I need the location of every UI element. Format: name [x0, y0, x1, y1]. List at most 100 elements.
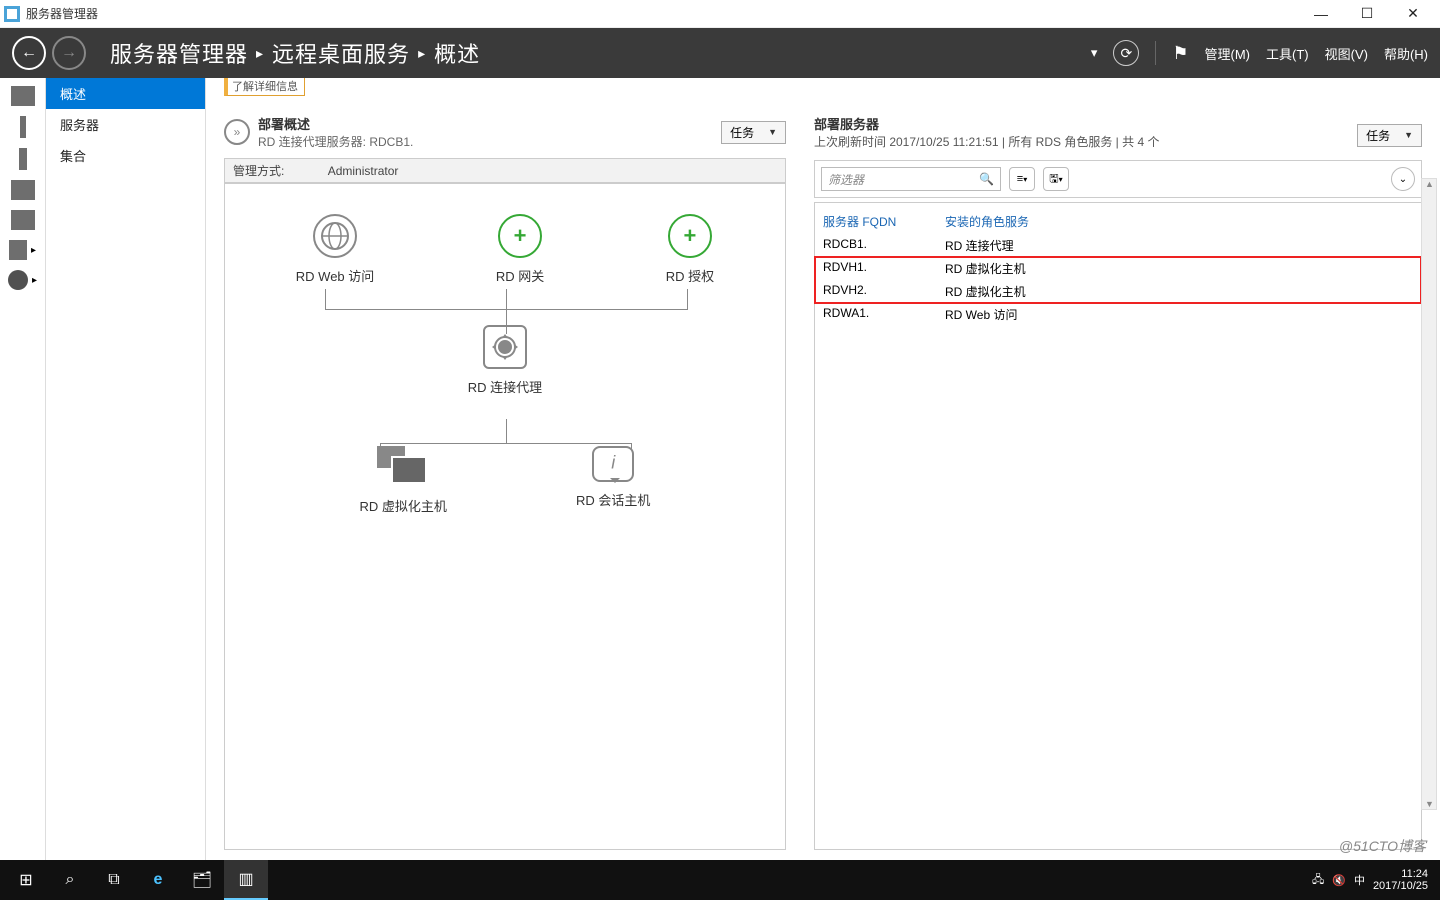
cell-fqdn: RDWA1.: [823, 306, 945, 323]
panel-subtitle: 上次刷新时间 2017/10/25 11:21:51 | 所有 RDS 角色服务…: [814, 133, 1159, 150]
server-manager-icon[interactable]: ▥: [224, 860, 268, 900]
sidebar-item-overview[interactable]: 概述: [46, 78, 205, 109]
connector: [325, 289, 326, 309]
rail-selected-row[interactable]: ▸: [8, 270, 37, 290]
dropdown-caret-icon[interactable]: ▾: [1091, 45, 1098, 61]
minimize-button[interactable]: —: [1298, 0, 1344, 28]
cell-role: RD Web 访问: [945, 306, 1017, 323]
expand-button[interactable]: ⌄: [1391, 167, 1415, 191]
sidebar-item-collections[interactable]: 集合: [46, 140, 205, 171]
tray-network-icon[interactable]: 🖧: [1312, 871, 1324, 890]
group-by-dropdown[interactable]: ≡: [1009, 167, 1035, 191]
ie-icon[interactable]: e: [136, 860, 180, 900]
maximize-button[interactable]: ☐: [1344, 0, 1390, 28]
cell-role: RD 虚拟化主机: [945, 260, 1026, 277]
connector: [506, 309, 507, 334]
menu-manage[interactable]: 管理(M): [1205, 44, 1251, 63]
table-row[interactable]: RDWA1.RD Web 访问: [815, 303, 1421, 326]
panel-title: 部署概述: [258, 114, 413, 133]
start-button[interactable]: ⊞: [4, 860, 48, 900]
clock[interactable]: 11:24 2017/10/25: [1373, 868, 1428, 892]
mgmt-value: Administrator: [328, 164, 399, 178]
tasks-dropdown[interactable]: 任务: [721, 121, 786, 144]
table-row[interactable]: RDVH1.RD 虚拟化主机: [815, 257, 1421, 280]
menu-tools[interactable]: 工具(T): [1266, 44, 1309, 63]
header-actions: ▾ ⟳ ⚑ 管理(M) 工具(T) 视图(V) 帮助(H): [1091, 40, 1428, 66]
flag-icon[interactable]: ⚑: [1172, 43, 1188, 64]
node-rd-web[interactable]: RD Web 访问: [296, 214, 375, 285]
node-label: RD Web 访问: [296, 266, 375, 285]
deployment-servers-panel: 部署服务器 上次刷新时间 2017/10/25 11:21:51 | 所有 RD…: [814, 114, 1422, 850]
rail-all-servers-icon[interactable]: [19, 148, 27, 170]
chevron-icon: ▸: [418, 45, 426, 62]
clock-date: 2017/10/25: [1373, 880, 1428, 892]
search-icon[interactable]: 🔍: [979, 172, 994, 186]
sidebar-item-servers[interactable]: 服务器: [46, 109, 205, 140]
breadcrumb-section[interactable]: 远程桌面服务: [272, 37, 410, 69]
explorer-icon[interactable]: 🗂: [180, 860, 224, 900]
cell-fqdn: RDVH2.: [823, 283, 945, 300]
node-rd-broker[interactable]: RD 连接代理: [468, 325, 542, 396]
taskbar: ⊞ ⌕ ⧉ e 🗂 ▥ 🖧 🔇 中 11:24 2017/10/25: [0, 860, 1440, 900]
panel-header: » 部署概述 RD 连接代理服务器: RDCB1. 任务: [224, 114, 786, 150]
header: ← → 服务器管理器 ▸ 远程桌面服务 ▸ 概述 ▾ ⟳ ⚑ 管理(M) 工具(…: [0, 28, 1440, 78]
menu-help[interactable]: 帮助(H): [1384, 44, 1428, 63]
node-rd-gateway[interactable]: + RD 网关: [496, 214, 544, 285]
filter-toolbar: 筛选器 🔍 ≡ 🖫 ⌄: [814, 160, 1422, 198]
deployment-overview-panel: » 部署概述 RD 连接代理服务器: RDCB1. 任务 管理方式: Admin…: [224, 114, 786, 850]
titlebar: 服务器管理器 — ☐ ✕: [0, 0, 1440, 28]
tasks-dropdown[interactable]: 任务: [1357, 124, 1422, 147]
refresh-button[interactable]: ⟳: [1113, 40, 1139, 66]
node-rd-license[interactable]: + RD 授权: [666, 214, 714, 285]
table-body: RDCB1.RD 连接代理RDVH1.RD 虚拟化主机RDVH2.RD 虚拟化主…: [815, 234, 1421, 326]
rail-dashboard-icon[interactable]: [11, 86, 35, 106]
node-rd-sessionhost[interactable]: RD 会话主机: [576, 446, 650, 515]
col-fqdn[interactable]: 服务器 FQDN: [823, 213, 945, 230]
tray-ime[interactable]: 中: [1354, 872, 1365, 888]
table-header[interactable]: 服务器 FQDN 安装的角色服务: [815, 209, 1421, 234]
panel-subtitle: RD 连接代理服务器: RDCB1.: [258, 133, 413, 150]
breadcrumb-page[interactable]: 概述: [434, 37, 480, 69]
plus-circle-icon: +: [668, 214, 712, 258]
panel-title: 部署服务器: [814, 114, 1159, 133]
rail-file-services-icon[interactable]: [11, 180, 35, 200]
system-tray: 🖧 🔇 中 11:24 2017/10/25: [1312, 868, 1436, 892]
watermark: @51CTO博客: [1339, 836, 1426, 856]
connector: [687, 289, 688, 309]
icon-rail: ▸ ▸: [0, 78, 46, 860]
search-button[interactable]: ⌕: [48, 860, 92, 900]
app-icon: [4, 6, 20, 22]
connector: [506, 289, 507, 309]
node-rd-virthost[interactable]: RD 虚拟化主机: [360, 446, 447, 515]
nav-forward-button[interactable]: →: [52, 36, 86, 70]
table-row[interactable]: RDCB1.RD 连接代理: [815, 234, 1421, 257]
table-row[interactable]: RDVH2.RD 虚拟化主机: [815, 280, 1421, 303]
panel-header: 部署服务器 上次刷新时间 2017/10/25 11:21:51 | 所有 RD…: [814, 114, 1422, 156]
sidebar: 概述 服务器 集合: [46, 78, 206, 860]
desktop-icon: [377, 446, 429, 488]
cell-fqdn: RDVH1.: [823, 260, 945, 277]
rail-local-server-icon[interactable]: [20, 116, 26, 138]
breadcrumb-app[interactable]: 服务器管理器: [110, 37, 248, 69]
save-query-dropdown[interactable]: 🖫: [1043, 167, 1069, 191]
rail-rds-row[interactable]: ▸: [9, 240, 36, 260]
plus-circle-icon: +: [498, 214, 542, 258]
globe-icon: [313, 214, 357, 258]
task-view-button[interactable]: ⧉: [92, 860, 136, 900]
nav-back-button[interactable]: ←: [12, 36, 46, 70]
mgmt-label: 管理方式:: [233, 164, 284, 178]
menu-view[interactable]: 视图(V): [1325, 44, 1368, 63]
rail-hyper-v-icon[interactable]: [11, 210, 35, 230]
chevron-circle-icon[interactable]: »: [224, 119, 250, 145]
close-button[interactable]: ✕: [1390, 0, 1436, 28]
connector: [380, 443, 632, 444]
separator: [1155, 41, 1156, 65]
cell-role: RD 虚拟化主机: [945, 283, 1026, 300]
node-label: RD 连接代理: [468, 377, 542, 396]
info-banner[interactable]: 了解详细信息: [224, 78, 305, 96]
col-roles[interactable]: 安装的角色服务: [945, 213, 1029, 230]
vertical-scrollbar[interactable]: [1421, 178, 1437, 810]
target-icon: [483, 325, 527, 369]
tray-volume-icon[interactable]: 🔇: [1332, 874, 1346, 887]
filter-input[interactable]: 筛选器 🔍: [821, 167, 1001, 191]
